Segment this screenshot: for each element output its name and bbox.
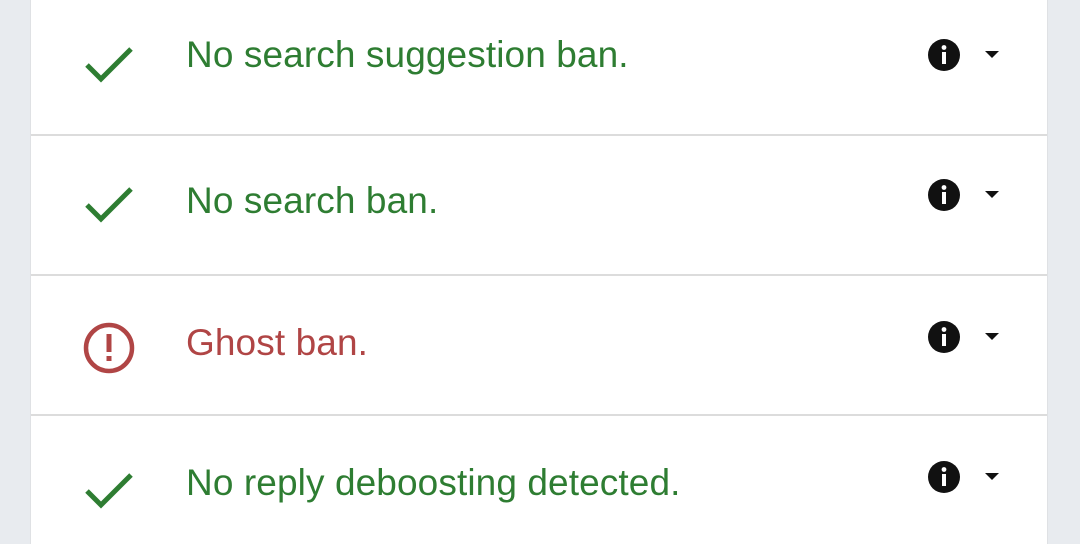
result-label: No search suggestion ban.: [186, 34, 629, 75]
chevron-down-icon[interactable]: [983, 189, 1001, 201]
result-label: No search ban.: [186, 180, 439, 221]
results-card: No search suggestion ban. No search ban.: [30, 0, 1048, 544]
check-icon: [81, 462, 137, 518]
chevron-down-icon[interactable]: [983, 331, 1001, 343]
result-row-reply-deboosting: No reply deboosting detected.: [31, 414, 1047, 544]
result-row-ghost-ban: Ghost ban.: [31, 274, 1047, 414]
info-icon[interactable]: [927, 178, 961, 212]
info-icon[interactable]: [927, 38, 961, 72]
result-label: No reply deboosting detected.: [186, 462, 681, 503]
exclamation-circle-icon: [81, 320, 137, 376]
result-row-search-ban: No search ban.: [31, 134, 1047, 274]
chevron-down-icon[interactable]: [983, 471, 1001, 483]
check-icon: [81, 176, 137, 232]
check-icon: [81, 36, 137, 92]
info-icon[interactable]: [927, 460, 961, 494]
info-icon[interactable]: [927, 320, 961, 354]
chevron-down-icon[interactable]: [983, 49, 1001, 61]
result-label: Ghost ban.: [186, 322, 369, 363]
result-row-search-suggestion-ban: No search suggestion ban.: [31, 0, 1047, 132]
